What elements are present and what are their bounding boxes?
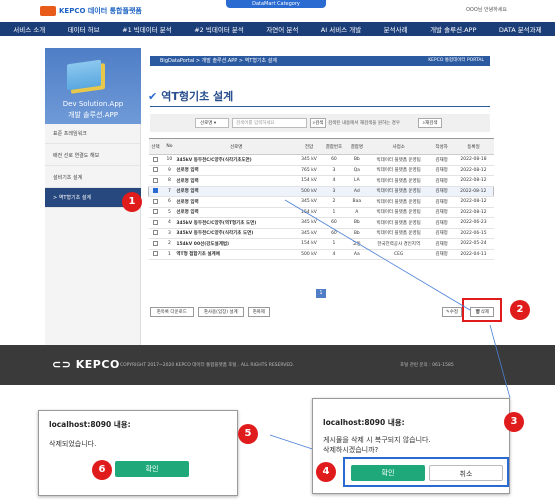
ok-button[interactable]: 확인: [115, 461, 189, 477]
confirm-delete-dialog: localhost:8090 내용: 게시물을 삭제 시 복구되지 않습니다. …: [312, 398, 510, 494]
step-badge-1: 1: [122, 192, 142, 212]
dialog-title: localhost:8090 내용:: [49, 420, 131, 429]
dialog-message-line2: 삭제하시겠습니까?: [323, 446, 379, 454]
step-badge-2: 2: [510, 300, 530, 320]
step-badge-4: 4: [316, 462, 336, 482]
step-badge-3: 3: [504, 412, 524, 432]
confirm-ok-button[interactable]: 확인: [351, 465, 425, 481]
confirm-cancel-button[interactable]: 취소: [429, 465, 503, 481]
connector-2-3: [489, 324, 511, 399]
step-badge-6: 6: [92, 460, 112, 480]
dialog-message: 삭제되었습니다.: [49, 440, 97, 448]
dialog-message-line1: 게시물을 삭제 시 복구되지 않습니다.: [323, 436, 431, 444]
step-badge-5: 5: [238, 424, 258, 444]
dialog-title: localhost:8090 내용:: [323, 418, 405, 427]
deleted-dialog: localhost:8090 내용: 삭제되었습니다. 확인: [38, 410, 238, 496]
connector-1-2: [284, 199, 471, 311]
